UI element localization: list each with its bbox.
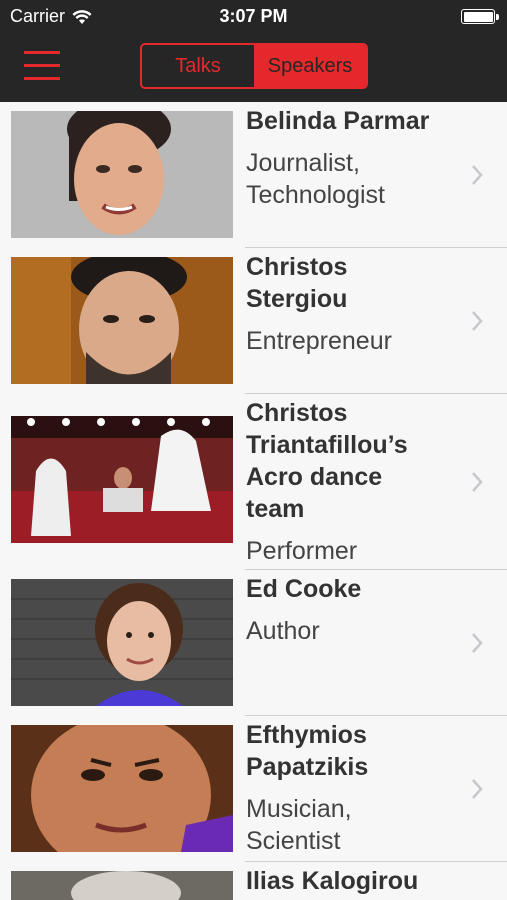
status-time: 3:07 PM [219,6,288,26]
speaker-role: Entrepreneur [246,327,392,355]
speaker-row[interactable]: Christos Triantafillou’s Acro dance team… [0,394,507,570]
speaker-name: Belinda Parmar [246,107,430,135]
speaker-name: Ed Cooke [246,575,362,603]
tab-talks[interactable]: Talks [142,45,254,87]
hamburger-menu-icon[interactable] [24,49,62,83]
speaker-name: Christos Stergiou [246,253,348,313]
speaker-photo [11,579,233,706]
chevron-right-icon [472,633,483,653]
talks-speakers-segmented-control: Talks Speakers [140,43,368,89]
speaker-row[interactable]: Ilias Kalogirou [0,862,507,900]
battery-icon [461,9,499,24]
speaker-photo [11,257,233,384]
chevron-right-icon [472,472,483,492]
speaker-name: Efthymios Papatzikis [246,721,369,781]
speaker-photo [11,111,233,238]
tab-speakers[interactable]: Speakers [254,45,366,87]
status-bar: Carrier 3:07 PM [0,0,507,34]
speaker-row[interactable]: Efthymios Papatzikis Musician, Scientist [0,716,507,862]
speaker-role: Author [246,617,320,645]
chevron-right-icon [472,311,483,331]
speaker-name: Ilias Kalogirou [246,867,419,895]
chevron-right-icon [472,165,483,185]
navigation-bar: Talks Speakers [0,34,507,102]
speaker-role: Musician, Scientist [246,795,352,855]
speaker-row[interactable]: Christos Stergiou Entrepreneur [0,248,507,394]
speaker-row[interactable]: Belinda Parmar Journalist, Technologist [0,102,507,248]
speaker-photo [11,871,233,900]
speaker-name: Christos Triantafillou’s Acro dance team [246,399,408,523]
speaker-role: Performer [246,537,358,565]
speaker-row[interactable]: Ed Cooke Author [0,570,507,716]
speaker-photo [11,416,233,543]
speaker-photo [11,725,233,852]
chevron-right-icon [472,779,483,799]
speaker-role: Journalist, Technologist [246,149,385,209]
